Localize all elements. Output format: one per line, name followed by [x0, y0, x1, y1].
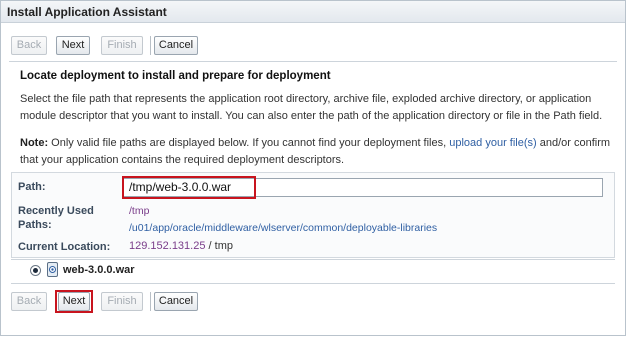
radio-selected-dot	[33, 268, 38, 273]
note-label: Note:	[20, 137, 49, 149]
back-button-bottom[interactable]: Back	[11, 292, 47, 311]
divider	[9, 61, 617, 62]
note-text: Only valid file paths are displayed belo…	[51, 137, 447, 149]
file-name: web-3.0.0.war	[63, 264, 135, 276]
recently-used-label: Recently Used Paths:	[18, 205, 94, 231]
list-divider-bottom	[11, 283, 615, 284]
toolbar-separator-bottom	[150, 292, 151, 311]
back-button-top[interactable]: Back	[11, 36, 47, 55]
recent-path-deployable-libraries[interactable]: /u01/app/oracle/middleware/wlserver/comm…	[129, 222, 437, 234]
war-file-icon	[47, 262, 58, 277]
section-description: Select the file path that represents the…	[20, 93, 603, 122]
list-item[interactable]: web-3.0.0.war	[11, 260, 615, 282]
location-host-link[interactable]: 129.152.131.25	[129, 240, 205, 252]
file-radio[interactable]	[30, 265, 41, 276]
section-heading: Locate deployment to install and prepare…	[20, 70, 331, 82]
cancel-button-top[interactable]: Cancel	[154, 36, 198, 55]
note-paragraph: Note: Only valid file paths are displaye…	[20, 135, 612, 169]
location-separator: /	[208, 240, 212, 252]
window-title: Install Application Assistant	[1, 1, 625, 23]
current-location-label: Current Location:	[18, 241, 111, 253]
finish-button-top[interactable]: Finish	[101, 36, 143, 55]
recent-path-tmp[interactable]: /tmp	[129, 205, 149, 217]
finish-button-bottom[interactable]: Finish	[101, 292, 143, 311]
next-button-highlight	[55, 290, 93, 313]
current-location-value: 129.152.131.25 / tmp	[129, 240, 233, 252]
path-highlight	[122, 176, 256, 199]
next-button-top[interactable]: Next	[56, 36, 90, 55]
toolbar-separator	[150, 36, 151, 55]
upload-files-link[interactable]: upload your file(s)	[449, 137, 536, 149]
path-label: Path:	[18, 181, 46, 193]
location-directory: tmp	[214, 240, 233, 252]
cancel-button-bottom[interactable]: Cancel	[154, 292, 198, 311]
